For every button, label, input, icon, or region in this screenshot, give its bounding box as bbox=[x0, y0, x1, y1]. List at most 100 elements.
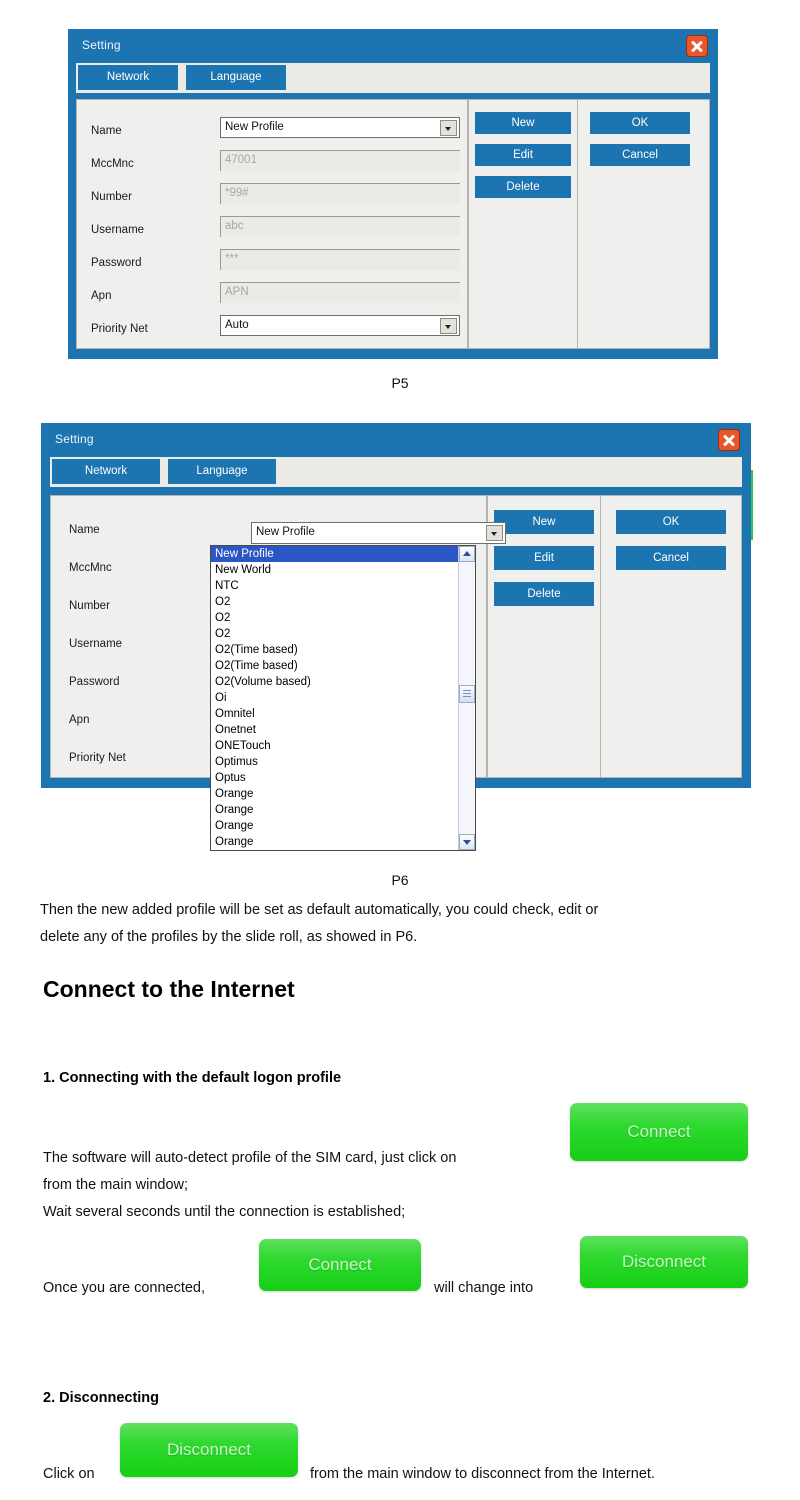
username-value: abc bbox=[225, 220, 244, 233]
dropdown-item[interactable]: O2 bbox=[211, 594, 458, 610]
delete-button-label: Delete bbox=[527, 588, 561, 600]
username-input[interactable]: abc bbox=[220, 216, 460, 237]
tab-network-label: Network bbox=[106, 71, 150, 83]
cancel-button[interactable]: Cancel bbox=[616, 546, 726, 570]
mccmnc-input[interactable]: 47001 bbox=[220, 150, 460, 171]
page-title: Connect to the Internet bbox=[43, 976, 295, 1002]
dropdown-item[interactable]: Oi bbox=[211, 690, 458, 706]
tab-network[interactable]: Network bbox=[78, 65, 178, 90]
tab-language[interactable]: Language bbox=[168, 459, 276, 484]
ok-button[interactable]: OK bbox=[590, 112, 690, 134]
priority-net-combobox[interactable]: Auto bbox=[220, 315, 460, 336]
new-button-label: New bbox=[532, 516, 556, 528]
dropdown-item[interactable]: O2 bbox=[211, 626, 458, 642]
dropdown-item[interactable]: NTC bbox=[211, 578, 458, 594]
dropdown-items[interactable]: New Profile New World NTC O2 O2 O2 O2(Time bas… bbox=[211, 546, 458, 850]
dropdown-item[interactable]: O2(Time based) bbox=[211, 642, 458, 658]
p6-titlebar: Setting bbox=[41, 423, 751, 457]
scrollbar-thumb[interactable] bbox=[459, 685, 475, 703]
p6-tabstrip: Network Language bbox=[50, 457, 742, 487]
dropdown-item[interactable]: Omnitel bbox=[211, 706, 458, 722]
dropdown-item[interactable]: Optimus bbox=[211, 754, 458, 770]
ok-button-label: OK bbox=[662, 516, 680, 528]
dropdown-item[interactable]: New World bbox=[211, 562, 458, 578]
p5-action-panel: New Edit Delete bbox=[468, 99, 578, 349]
close-icon[interactable] bbox=[686, 35, 708, 57]
dropdown-item[interactable]: New Profile bbox=[211, 546, 458, 562]
edit-button[interactable]: Edit bbox=[494, 546, 594, 570]
field-label-number: Number bbox=[69, 600, 110, 612]
number-value: *99# bbox=[225, 187, 249, 200]
p5-tabstrip: Network Language bbox=[76, 63, 710, 93]
delete-button[interactable]: Delete bbox=[494, 582, 594, 606]
chevron-up-icon[interactable] bbox=[459, 546, 475, 562]
dropdown-item[interactable]: Orange bbox=[211, 818, 458, 834]
tab-language[interactable]: Language bbox=[186, 65, 286, 90]
setting-dialog-p5: Setting Network Language Name MccMnc Num… bbox=[68, 29, 718, 359]
field-label-apn: Apn bbox=[69, 714, 90, 726]
disconnect-button-inline[interactable]: Disconnect bbox=[580, 1236, 748, 1288]
section-2-line-after: from the main window to disconnect from … bbox=[310, 1466, 655, 1482]
name-combobox[interactable]: New Profile bbox=[251, 522, 506, 544]
cancel-button-label: Cancel bbox=[653, 552, 689, 564]
apn-value: APN bbox=[225, 286, 249, 299]
disconnect-button[interactable]: Disconnect bbox=[120, 1423, 298, 1477]
chevron-down-icon[interactable] bbox=[486, 525, 503, 541]
new-button[interactable]: New bbox=[475, 112, 571, 134]
number-input[interactable]: *99# bbox=[220, 183, 460, 204]
field-label-name: Name bbox=[69, 524, 100, 536]
apn-input[interactable]: APN bbox=[220, 282, 460, 303]
section-1-line-2: from the main window; bbox=[43, 1177, 189, 1193]
chevron-down-icon[interactable] bbox=[440, 317, 457, 334]
name-combobox-value: New Profile bbox=[256, 526, 315, 539]
ok-button-label: OK bbox=[631, 117, 649, 129]
new-button-label: New bbox=[511, 117, 535, 129]
dropdown-item[interactable]: ONETouch bbox=[211, 738, 458, 754]
tab-network-label: Network bbox=[84, 465, 128, 477]
dropdown-item[interactable]: Orange bbox=[211, 834, 458, 850]
cancel-button-label: Cancel bbox=[622, 149, 658, 161]
chevron-down-icon[interactable] bbox=[459, 834, 475, 850]
tab-language-label: Language bbox=[210, 71, 262, 83]
connect-button[interactable]: Connect bbox=[570, 1103, 748, 1161]
tab-language-label: Language bbox=[196, 465, 248, 477]
p5-form-panel: Name MccMnc Number Username Password Apn… bbox=[76, 99, 468, 349]
profile-dropdown-list[interactable]: New Profile New World NTC O2 O2 O2 O2(Time bas… bbox=[210, 545, 476, 851]
delete-button-label: Delete bbox=[506, 181, 540, 193]
p6-note-line-2: delete any of the profiles by the slide … bbox=[40, 929, 418, 945]
field-label-priority-net: Priority Net bbox=[91, 323, 148, 335]
disconnect-button-label: Disconnect bbox=[166, 1440, 252, 1459]
dropdown-item[interactable]: Orange bbox=[211, 802, 458, 818]
ok-button[interactable]: OK bbox=[616, 510, 726, 534]
disconnect-button-inline-label: Disconnect bbox=[621, 1252, 707, 1271]
p5-window-title: Setting bbox=[82, 38, 121, 52]
section-1-line-1: The software will auto-detect profile of… bbox=[43, 1150, 457, 1166]
new-button[interactable]: New bbox=[494, 510, 594, 534]
p6-window-title: Setting bbox=[55, 432, 94, 446]
priority-net-value: Auto bbox=[225, 318, 249, 331]
dropdown-item[interactable]: O2(Volume based) bbox=[211, 674, 458, 690]
edit-button[interactable]: Edit bbox=[475, 144, 571, 166]
field-label-password: Password bbox=[91, 257, 142, 269]
edit-button-label: Edit bbox=[534, 552, 554, 564]
section-1-line-3: Wait several seconds until the connectio… bbox=[43, 1204, 406, 1220]
dropdown-item[interactable]: O2(Time based) bbox=[211, 658, 458, 674]
dropdown-item[interactable]: Onetnet bbox=[211, 722, 458, 738]
connect-button-inline[interactable]: Connect bbox=[259, 1239, 421, 1291]
dropdown-item[interactable]: Optus bbox=[211, 770, 458, 786]
p6-note-line-1: Then the new added profile will be set a… bbox=[40, 902, 599, 918]
password-input[interactable]: *** bbox=[220, 249, 460, 270]
field-label-priority-net: Priority Net bbox=[69, 752, 126, 764]
delete-button[interactable]: Delete bbox=[475, 176, 571, 198]
dropdown-item[interactable]: Orange bbox=[211, 786, 458, 802]
caption-p5: P5 bbox=[391, 375, 409, 391]
mccmnc-value: 47001 bbox=[225, 154, 257, 167]
tab-network[interactable]: Network bbox=[52, 459, 160, 484]
name-combobox[interactable]: New Profile bbox=[220, 117, 460, 138]
dropdown-scrollbar[interactable] bbox=[458, 546, 475, 850]
close-icon[interactable] bbox=[718, 429, 740, 451]
caption-p6: P6 bbox=[391, 872, 409, 888]
dropdown-item[interactable]: O2 bbox=[211, 610, 458, 626]
chevron-down-icon[interactable] bbox=[440, 119, 457, 136]
cancel-button[interactable]: Cancel bbox=[590, 144, 690, 166]
